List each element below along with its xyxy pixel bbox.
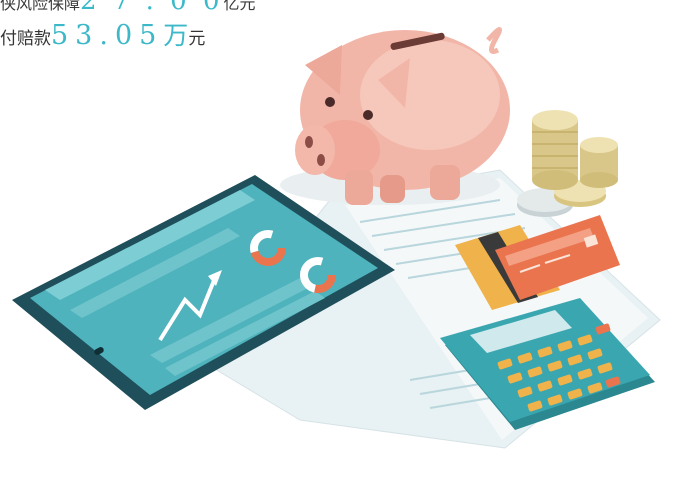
finance-illustration [12,27,661,449]
coin-stack [517,110,618,217]
piggy-bank [280,27,510,205]
